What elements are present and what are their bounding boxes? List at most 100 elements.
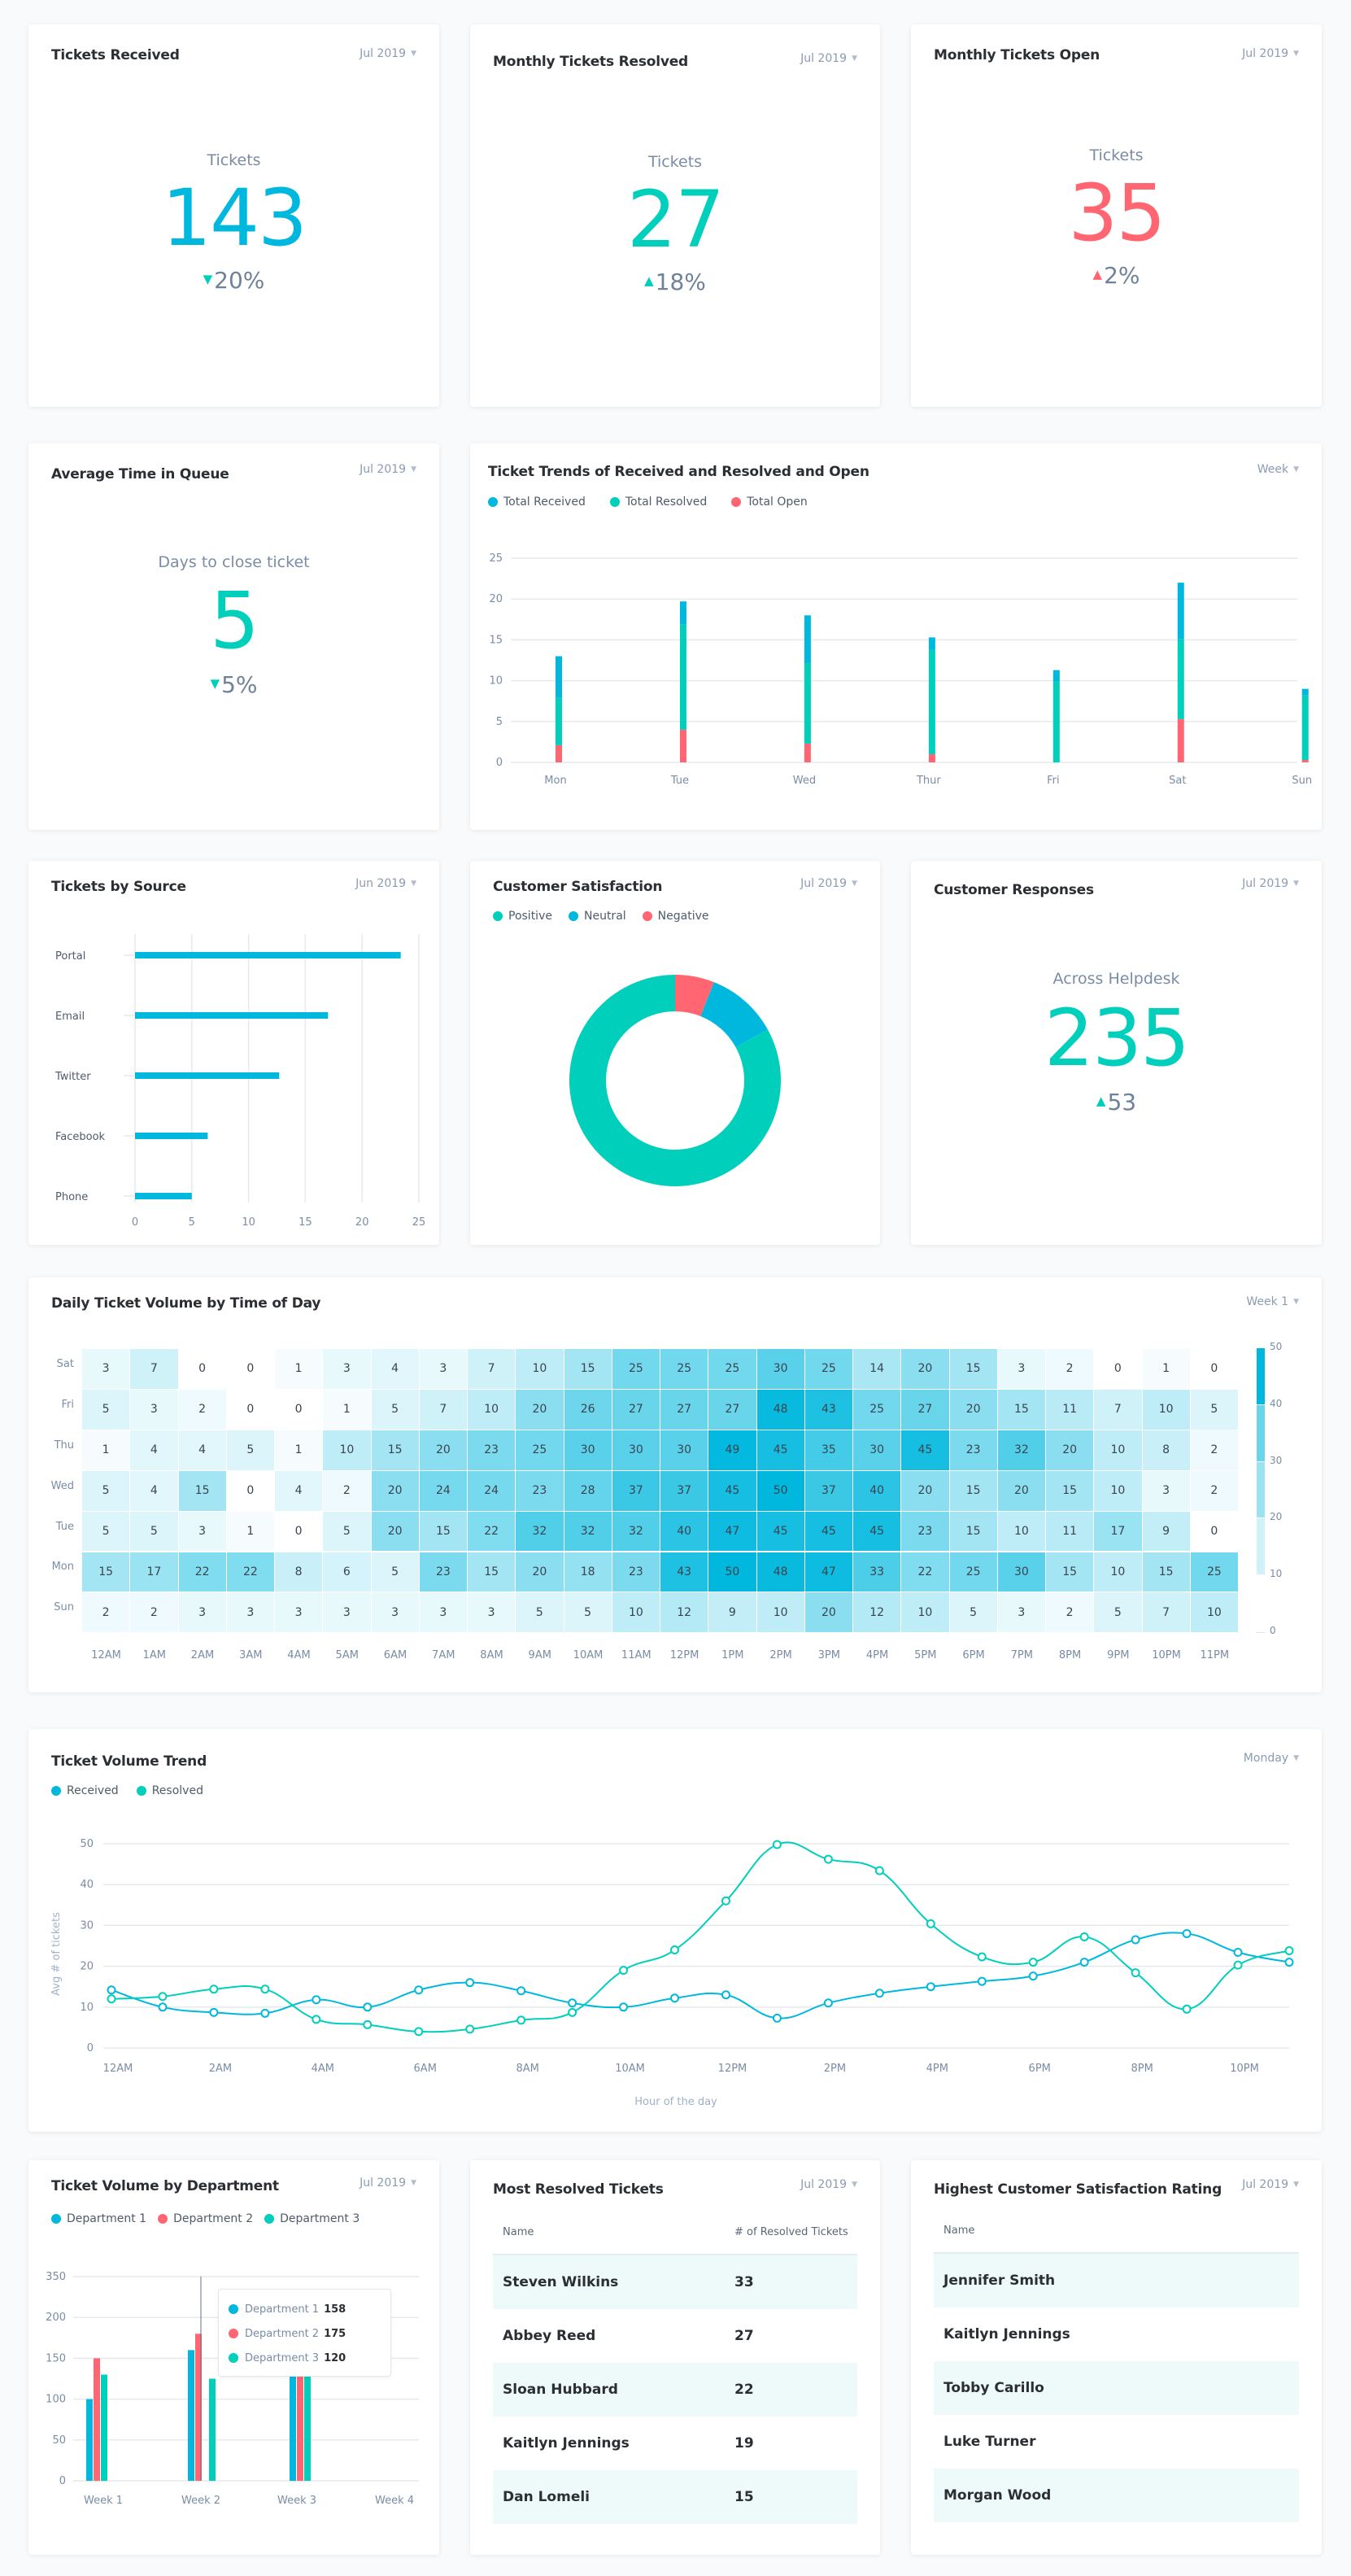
heatmap-cell[interactable]: 15 xyxy=(468,1552,516,1593)
heatmap-cell[interactable]: 2 xyxy=(178,1389,227,1430)
heatmap-cell[interactable]: 2 xyxy=(1046,1349,1095,1390)
heatmap-cell[interactable]: 27 xyxy=(660,1389,709,1430)
heatmap-cell[interactable]: 15 xyxy=(949,1349,998,1390)
heatmap-cell[interactable]: 15 xyxy=(1142,1552,1191,1593)
heatmap-cell[interactable]: 2 xyxy=(82,1592,131,1634)
heatmap-cell[interactable]: 40 xyxy=(660,1511,709,1552)
heatmap-cell[interactable]: 35 xyxy=(804,1430,853,1471)
heatmap-cell[interactable]: 1 xyxy=(1142,1349,1191,1390)
heatmap-cell[interactable]: 25 xyxy=(853,1389,902,1430)
heatmap-cell[interactable]: 10 xyxy=(997,1511,1046,1552)
heatmap-cell[interactable]: 0 xyxy=(1094,1349,1143,1390)
heatmap-cell[interactable]: 0 xyxy=(275,1511,324,1552)
heatmap-cell[interactable]: 10 xyxy=(1094,1430,1143,1471)
heatmap-cell[interactable]: 3 xyxy=(468,1592,516,1634)
heatmap-cell[interactable]: 30 xyxy=(612,1430,660,1471)
heatmap-cell[interactable]: 20 xyxy=(419,1430,468,1471)
heatmap-cell[interactable]: 25 xyxy=(1190,1552,1239,1593)
heatmap-cell[interactable]: 32 xyxy=(564,1511,612,1552)
period-dropdown[interactable]: Jul 2019 ▼ xyxy=(1242,47,1299,60)
heatmap-cell[interactable]: 15 xyxy=(564,1349,612,1390)
heatmap-cell[interactable]: 12 xyxy=(660,1592,709,1634)
heatmap-cell[interactable]: 22 xyxy=(226,1552,275,1593)
heatmap-cell[interactable]: 22 xyxy=(178,1552,227,1593)
heatmap-cell[interactable]: 5 xyxy=(130,1511,179,1552)
heatmap-cell[interactable]: 10 xyxy=(1142,1389,1191,1430)
heatmap-cell[interactable]: 25 xyxy=(949,1552,998,1593)
heatmap-cell[interactable]: 47 xyxy=(708,1511,757,1552)
heatmap-cell[interactable]: 1 xyxy=(82,1430,131,1471)
heatmap-cell[interactable]: 9 xyxy=(1142,1511,1191,1552)
heatmap-cell[interactable]: 15 xyxy=(82,1552,131,1593)
heatmap-cell[interactable]: 7 xyxy=(1142,1592,1191,1634)
heatmap-cell[interactable]: 2 xyxy=(130,1592,179,1634)
heatmap-cell[interactable]: 20 xyxy=(901,1349,950,1390)
heatmap-cell[interactable]: 27 xyxy=(612,1389,660,1430)
heatmap-cell[interactable]: 10 xyxy=(516,1349,564,1390)
heatmap-cell[interactable]: 20 xyxy=(371,1511,420,1552)
heatmap-cell[interactable]: 0 xyxy=(1190,1349,1239,1390)
heatmap-cell[interactable]: 45 xyxy=(756,1430,805,1471)
heatmap-cell[interactable]: 5 xyxy=(82,1511,131,1552)
heatmap-cell[interactable]: 20 xyxy=(371,1470,420,1512)
heatmap-cell[interactable]: 23 xyxy=(468,1430,516,1471)
heatmap-cell[interactable]: 30 xyxy=(853,1430,902,1471)
heatmap-cell[interactable]: 15 xyxy=(1046,1552,1095,1593)
heatmap-cell[interactable]: 10 xyxy=(612,1592,660,1634)
table-row[interactable]: Steven Wilkins 33 xyxy=(493,2255,857,2309)
heatmap-cell[interactable]: 9 xyxy=(708,1592,757,1634)
heatmap-cell[interactable]: 24 xyxy=(419,1470,468,1512)
heatmap-cell[interactable]: 3 xyxy=(323,1349,372,1390)
heatmap-cell[interactable]: 4 xyxy=(275,1470,324,1512)
heatmap-cell[interactable]: 3 xyxy=(371,1592,420,1634)
heatmap-cell[interactable]: 25 xyxy=(516,1430,564,1471)
period-dropdown[interactable]: Jul 2019 ▼ xyxy=(1242,877,1299,890)
heatmap-cell[interactable]: 5 xyxy=(371,1552,420,1593)
heatmap-cell[interactable]: 50 xyxy=(708,1552,757,1593)
heatmap-cell[interactable]: 43 xyxy=(804,1389,853,1430)
heatmap-cell[interactable]: 23 xyxy=(949,1430,998,1471)
heatmap-cell[interactable]: 0 xyxy=(275,1389,324,1430)
heatmap-cell[interactable]: 3 xyxy=(178,1511,227,1552)
heatmap-cell[interactable]: 32 xyxy=(612,1511,660,1552)
heatmap-cell[interactable]: 0 xyxy=(1190,1511,1239,1552)
heatmap-cell[interactable]: 33 xyxy=(853,1552,902,1593)
heatmap-cell[interactable]: 47 xyxy=(804,1552,853,1593)
heatmap-cell[interactable]: 30 xyxy=(564,1430,612,1471)
heatmap-cell[interactable]: 24 xyxy=(468,1470,516,1512)
heatmap-cell[interactable]: 27 xyxy=(708,1389,757,1430)
heatmap-cell[interactable]: 45 xyxy=(853,1511,902,1552)
heatmap-cell[interactable]: 3 xyxy=(275,1592,324,1634)
heatmap-cell[interactable]: 3 xyxy=(1142,1470,1191,1512)
heatmap-cell[interactable]: 3 xyxy=(997,1349,1046,1390)
heatmap-cell[interactable]: 1 xyxy=(323,1389,372,1430)
table-row[interactable]: Dan Lomeli 15 xyxy=(493,2470,857,2524)
heatmap-cell[interactable]: 23 xyxy=(901,1511,950,1552)
heatmap-cell[interactable]: 10 xyxy=(1094,1552,1143,1593)
period-dropdown[interactable]: Jul 2019 ▼ xyxy=(800,2178,857,2191)
heatmap-cell[interactable]: 1 xyxy=(275,1349,324,1390)
heatmap-cell[interactable]: 18 xyxy=(564,1552,612,1593)
table-row[interactable]: Luke Turner xyxy=(934,2415,1299,2469)
heatmap-cell[interactable]: 5 xyxy=(949,1592,998,1634)
heatmap-cell[interactable]: 3 xyxy=(130,1389,179,1430)
heatmap-cell[interactable]: 25 xyxy=(708,1349,757,1390)
table-row[interactable]: Jennifer Smith xyxy=(934,2254,1299,2307)
heatmap-cell[interactable]: 10 xyxy=(756,1592,805,1634)
heatmap-cell[interactable]: 48 xyxy=(756,1552,805,1593)
heatmap-cell[interactable]: 10 xyxy=(1190,1592,1239,1634)
heatmap-cell[interactable]: 40 xyxy=(853,1470,902,1512)
heatmap-cell[interactable]: 12 xyxy=(853,1592,902,1634)
heatmap-cell[interactable]: 17 xyxy=(1094,1511,1143,1552)
heatmap-cell[interactable]: 3 xyxy=(323,1592,372,1634)
heatmap-cell[interactable]: 7 xyxy=(130,1349,179,1390)
heatmap-cell[interactable]: 23 xyxy=(419,1552,468,1593)
heatmap-cell[interactable]: 14 xyxy=(853,1349,902,1390)
heatmap-cell[interactable]: 5 xyxy=(82,1389,131,1430)
heatmap-cell[interactable]: 30 xyxy=(756,1349,805,1390)
heatmap-cell[interactable]: 3 xyxy=(997,1592,1046,1634)
heatmap-cell[interactable]: 0 xyxy=(226,1389,275,1430)
heatmap-cell[interactable]: 45 xyxy=(756,1511,805,1552)
heatmap-cell[interactable]: 25 xyxy=(660,1349,709,1390)
heatmap-cell[interactable]: 11 xyxy=(1046,1511,1095,1552)
